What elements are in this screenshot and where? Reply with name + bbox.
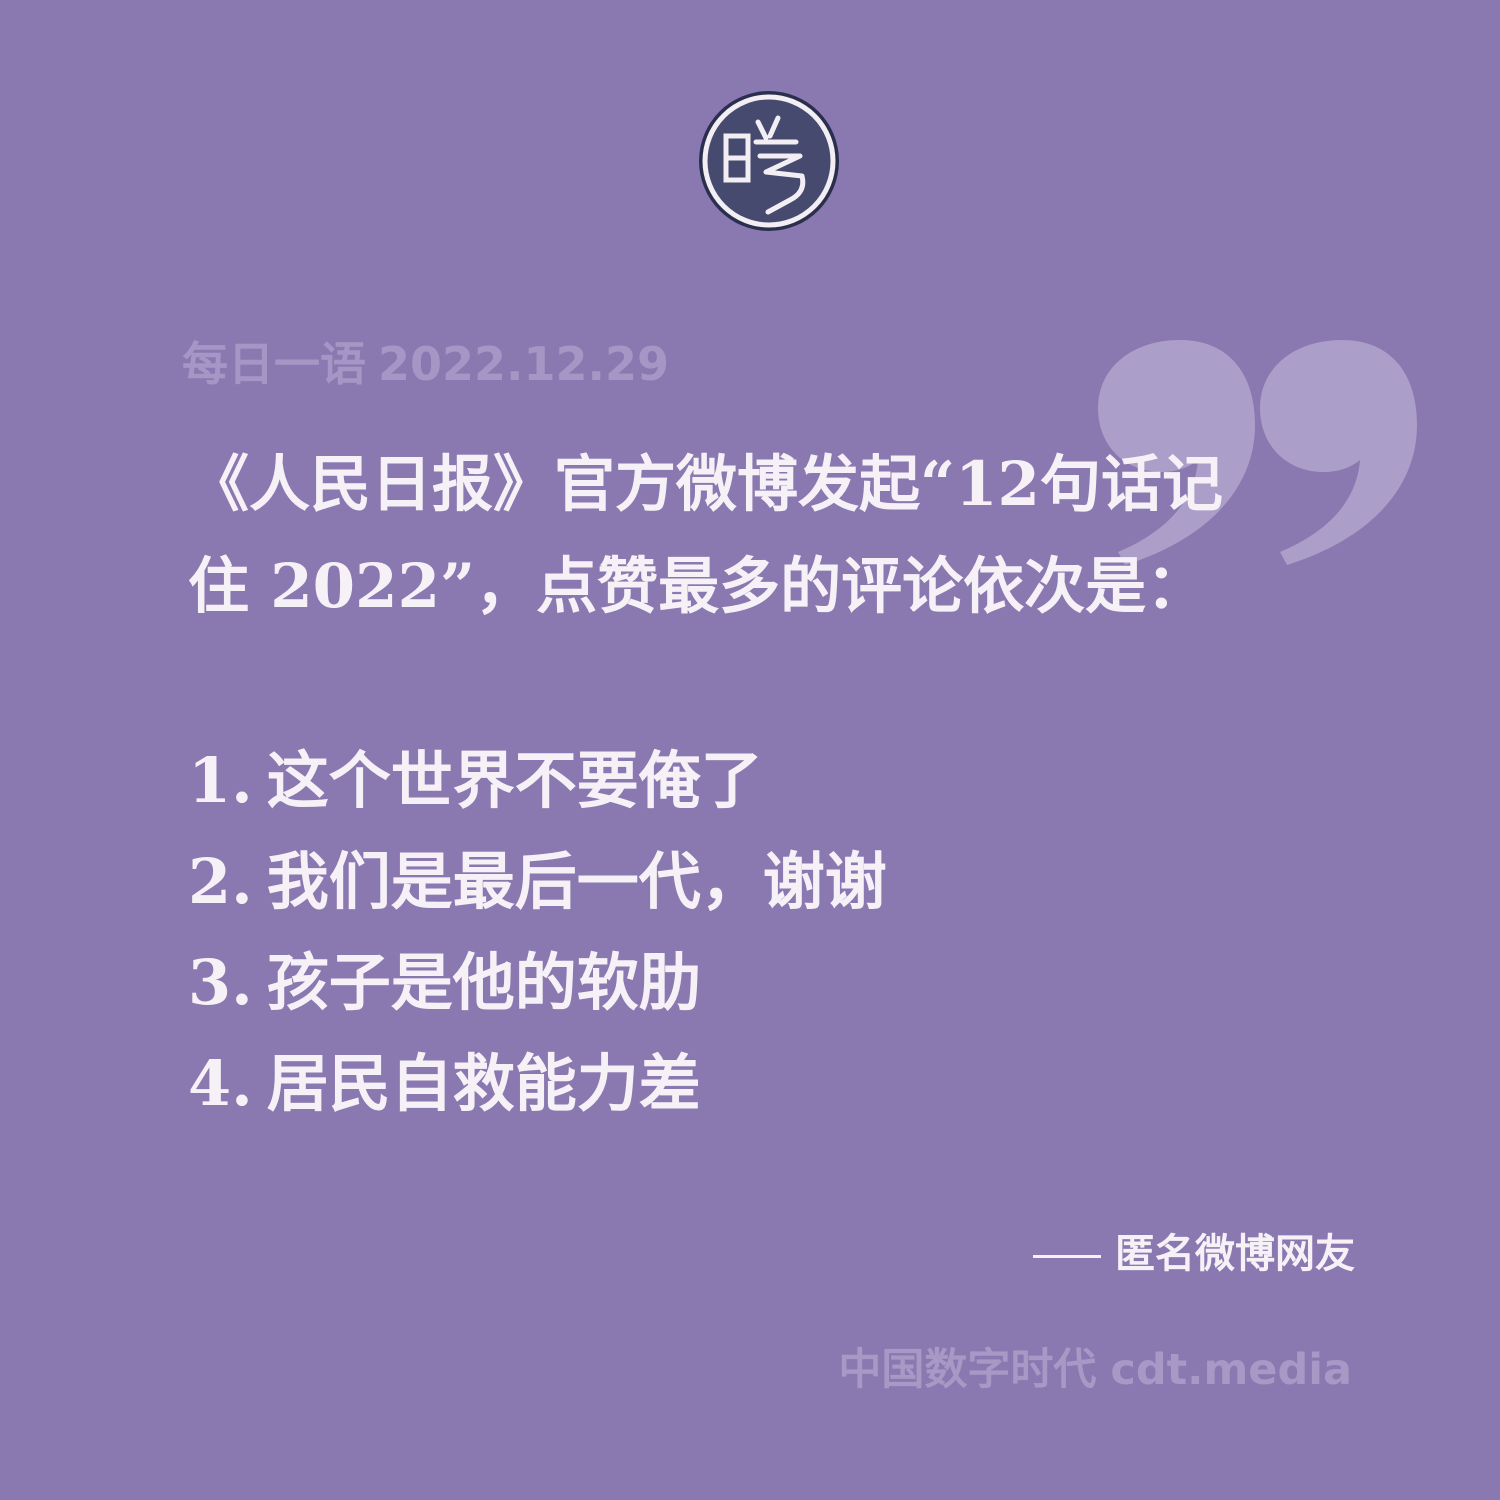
footer-brand: 中国数字时代 cdt.media [838, 1340, 1352, 1400]
list-item: 2. 我们是最后一代，谢谢 [188, 831, 887, 932]
attribution-dash [1033, 1254, 1101, 1258]
list-item-text: 孩子是他的软肋 [266, 946, 701, 1019]
intro-line-1: 《人民日报》官方微博发起“12句话记 [188, 449, 1223, 520]
list-item-text: 居民自救能力差 [266, 1047, 701, 1120]
comment-list: 1. 这个世界不要俺了 2. 我们是最后一代，谢谢 3. 孩子是他的软肋 4. 居民自救… [188, 730, 887, 1134]
list-item-number: 1. [188, 744, 253, 817]
intro-line-2: 住 2022”，点赞最多的评论依次是： [188, 551, 1208, 622]
intro-text: 《人民日报》官方微博发起“12句话记 住 2022”，点赞最多的评论依次是： [188, 434, 1368, 638]
list-item: 3. 孩子是他的软肋 [188, 932, 887, 1033]
daily-quote-header: 每日一语 2022.12.29 [182, 332, 681, 396]
list-item: 4. 居民自救能力差 [188, 1033, 887, 1134]
brand-url: cdt.media [1110, 1345, 1352, 1395]
list-item: 1. 这个世界不要俺了 [188, 730, 887, 831]
list-item-text: 我们是最后一代，谢谢 [266, 845, 887, 918]
list-item-number: 2. [188, 845, 253, 918]
list-item-text: 这个世界不要俺了 [266, 744, 763, 817]
header-date: 2022.12.29 [378, 337, 670, 391]
attribution-text: 匿名微博网友 [1115, 1231, 1355, 1277]
brand-name: 中国数字时代 [838, 1345, 1097, 1395]
header-label: 每日一语 [182, 337, 366, 391]
attribution: 匿名微博网友 [1033, 1226, 1355, 1282]
list-item-number: 3. [188, 946, 253, 1019]
list-item-number: 4. [188, 1047, 253, 1120]
cdt-seal-icon [696, 88, 842, 234]
